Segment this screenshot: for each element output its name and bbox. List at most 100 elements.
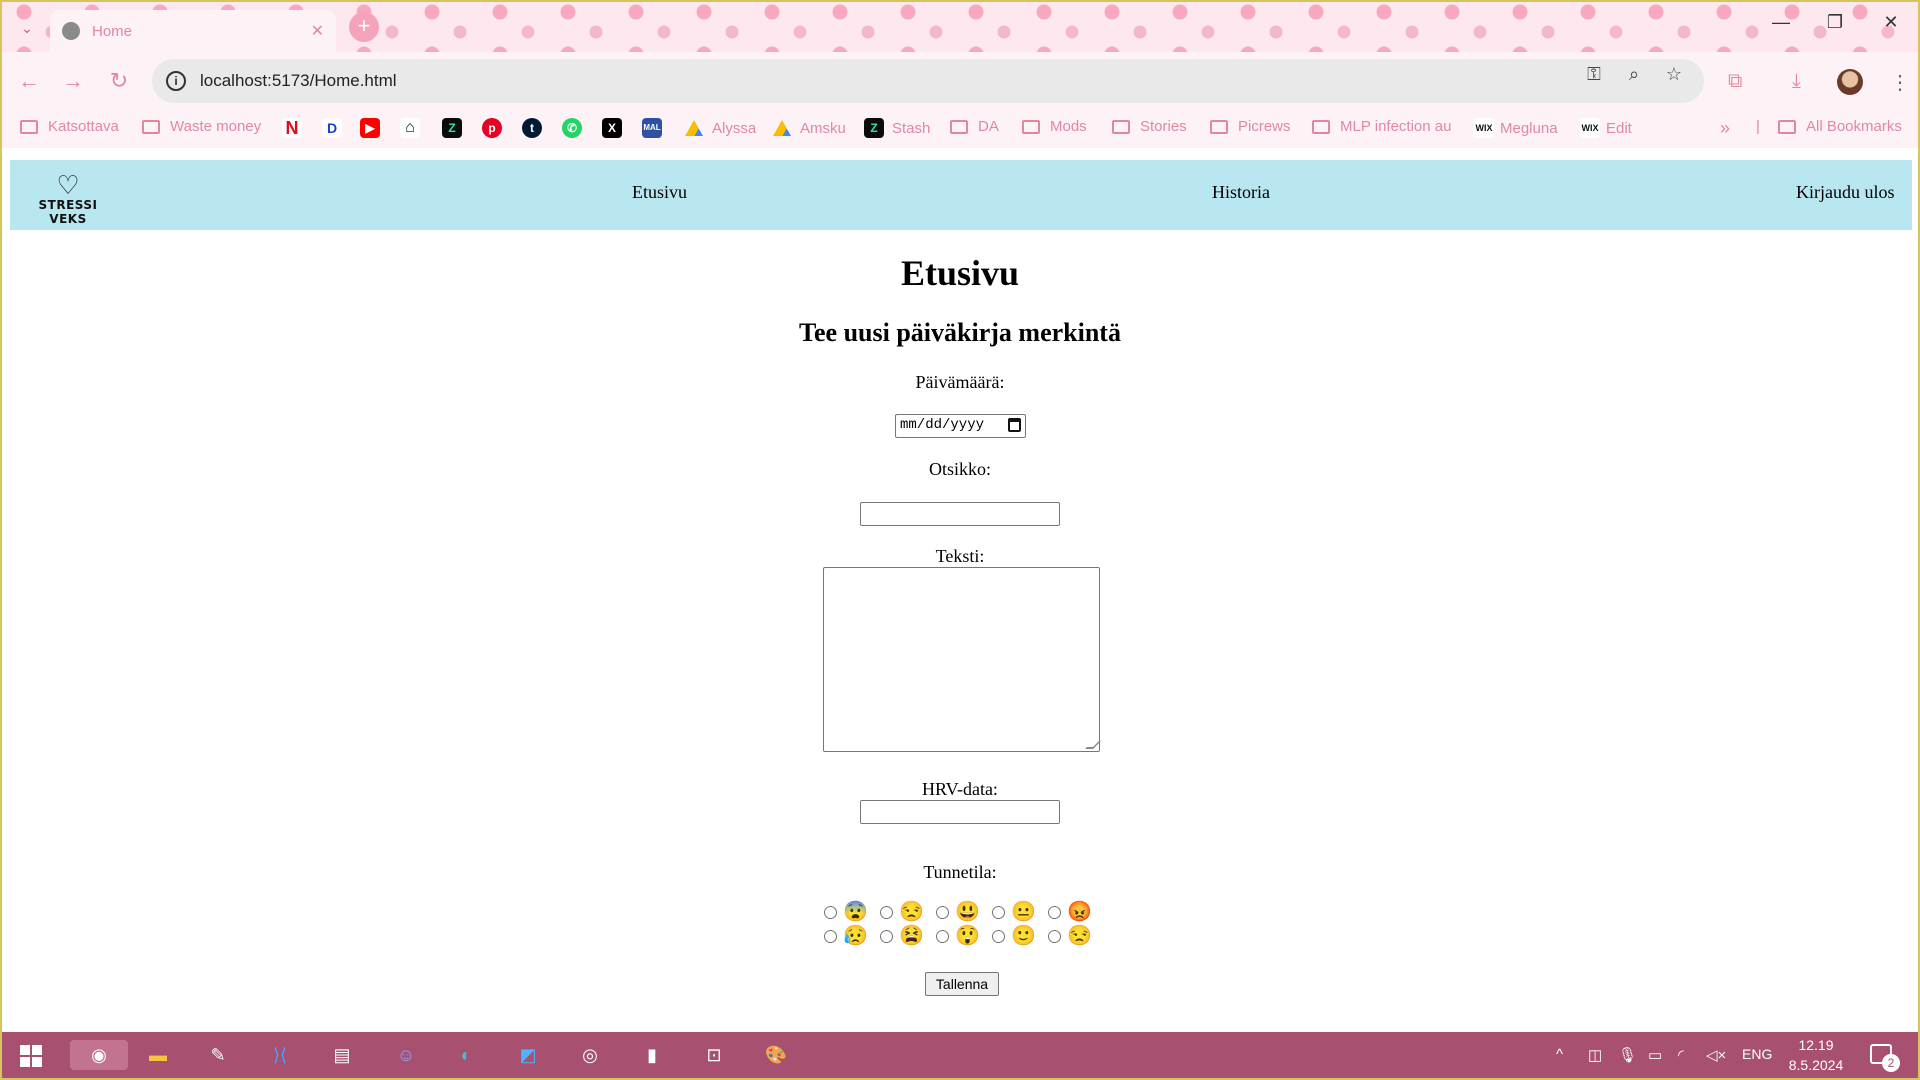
bookmark-house[interactable]: ⌂ bbox=[400, 118, 420, 138]
bookmark-mods[interactable]: Mods bbox=[1022, 118, 1087, 135]
volume-muted-icon[interactable]: ◁× bbox=[1706, 1046, 1726, 1064]
extensions-icon[interactable]: ⧉ bbox=[1728, 70, 1742, 93]
palette-app-icon[interactable]: 🎨 bbox=[760, 1040, 792, 1070]
bookmark-stories[interactable]: Stories bbox=[1112, 118, 1187, 135]
mood-option[interactable]: 😲 bbox=[936, 925, 992, 947]
bookmark-stash[interactable]: Z bbox=[442, 118, 462, 138]
mood-option[interactable]: 😃 bbox=[936, 901, 992, 923]
mood-option[interactable]: 😥 bbox=[824, 925, 880, 947]
bookmark-megluna[interactable]: WIX Megluna bbox=[1474, 118, 1558, 138]
microphone-icon[interactable]: 🎙 bbox=[1618, 1046, 1637, 1064]
folder-icon bbox=[1312, 119, 1330, 134]
edge-icon[interactable]: ◐ bbox=[450, 1040, 482, 1070]
notification-center-icon[interactable]: 2 bbox=[1870, 1044, 1900, 1072]
terminal-icon[interactable]: ▮ bbox=[636, 1040, 668, 1070]
menu-kebab-icon[interactable]: ⋮ bbox=[1890, 70, 1910, 95]
site-logo[interactable]: ♡ STRESSI VEKS bbox=[28, 172, 108, 226]
mood-radio[interactable] bbox=[880, 905, 893, 919]
paint-net-icon[interactable]: ◩ bbox=[512, 1040, 544, 1070]
forward-arrow-icon[interactable]: → bbox=[58, 66, 88, 96]
mood-option[interactable]: 🙂 bbox=[992, 925, 1048, 947]
bookmark-disney[interactable]: D bbox=[322, 118, 342, 138]
x-icon: X bbox=[602, 118, 622, 138]
bookmark-tumblr[interactable]: t bbox=[522, 118, 542, 138]
bookmark-amsku[interactable]: Amsku bbox=[772, 118, 846, 138]
bookmark-netflix[interactable]: N bbox=[282, 118, 302, 138]
show-hidden-icons-chevron-icon[interactable]: ^ bbox=[1556, 1046, 1563, 1063]
zoom-icon[interactable]: ⌕ bbox=[1620, 64, 1648, 88]
bookmark-da[interactable]: DA bbox=[950, 118, 999, 135]
battery-icon[interactable]: ▭ bbox=[1648, 1046, 1662, 1064]
text-area[interactable] bbox=[823, 567, 1101, 752]
mood-radio[interactable] bbox=[992, 929, 1005, 943]
mood-option[interactable]: 😒 bbox=[1048, 925, 1104, 947]
mood-radio[interactable] bbox=[824, 905, 837, 919]
save-button[interactable]: Tallenna bbox=[925, 972, 999, 996]
new-tab-button[interactable]: + bbox=[349, 12, 379, 42]
close-window-icon[interactable]: ✕ bbox=[1876, 12, 1906, 33]
paint-app-icon[interactable]: ✎ bbox=[202, 1040, 234, 1070]
windows-start-icon[interactable] bbox=[20, 1045, 42, 1067]
chrome-app-icon[interactable]: ◉ bbox=[70, 1040, 128, 1070]
bookmark-edit[interactable]: WIX Edit bbox=[1580, 118, 1632, 138]
bookmark-x[interactable]: X bbox=[602, 118, 622, 138]
grinning-face-icon: 😃 bbox=[955, 901, 980, 923]
mood-radio[interactable] bbox=[1048, 905, 1061, 919]
title-input[interactable] bbox=[860, 502, 1060, 526]
bookmark-youtube[interactable]: ▶ bbox=[360, 118, 380, 138]
all-bookmarks[interactable]: All Bookmarks bbox=[1778, 118, 1902, 135]
tab-search-chevron-icon[interactable]: ⌄ bbox=[14, 16, 40, 40]
key-icon[interactable]: ⚿ bbox=[1580, 64, 1608, 88]
address-bar[interactable]: i localhost:5173/Home.html bbox=[152, 59, 1704, 103]
mood-option[interactable]: 😫 bbox=[880, 925, 936, 947]
reload-icon[interactable]: ↻ bbox=[104, 66, 134, 96]
hrv-input[interactable] bbox=[860, 800, 1060, 824]
file-explorer-icon[interactable]: ▬ bbox=[142, 1040, 174, 1070]
mood-radio[interactable] bbox=[936, 905, 949, 919]
bookmark-stash-2[interactable]: Z Stash bbox=[864, 118, 930, 138]
nav-link-logout[interactable]: Kirjaudu ulos bbox=[1796, 182, 1895, 203]
obs-icon[interactable]: ◎ bbox=[574, 1040, 606, 1070]
bookmark-pinterest[interactable]: p bbox=[482, 118, 502, 138]
discord-icon[interactable]: ☺ bbox=[390, 1040, 422, 1070]
git-app-icon[interactable]: ⊡ bbox=[698, 1040, 730, 1070]
nav-link-history[interactable]: Historia bbox=[1212, 182, 1270, 203]
mood-option[interactable]: 😡 bbox=[1048, 901, 1104, 923]
mood-option[interactable]: 😐 bbox=[992, 901, 1048, 923]
profile-avatar[interactable] bbox=[1837, 69, 1863, 95]
notes-app-icon[interactable]: ▤ bbox=[326, 1040, 358, 1070]
date-input[interactable]: mm/dd/yyyy bbox=[895, 414, 1026, 438]
more-bookmarks-chevron-icon[interactable]: » bbox=[1720, 118, 1730, 139]
meet-now-icon[interactable]: ◫ bbox=[1588, 1046, 1602, 1064]
wifi-icon[interactable]: ◜ bbox=[1678, 1046, 1684, 1064]
close-tab-icon[interactable]: ✕ bbox=[311, 21, 324, 41]
resize-grip[interactable] bbox=[1085, 741, 1101, 749]
vscode-icon[interactable]: ⟩⟨ bbox=[264, 1040, 296, 1070]
minimize-icon[interactable]: — bbox=[1766, 12, 1796, 33]
restore-icon[interactable]: ❐ bbox=[1820, 12, 1850, 33]
mood-radio[interactable] bbox=[824, 929, 837, 943]
bookmark-mal[interactable]: MAL bbox=[642, 118, 662, 138]
mood-option[interactable]: 😨 bbox=[824, 901, 880, 923]
annoyed-face-icon: 😒 bbox=[1067, 925, 1092, 947]
mood-radio[interactable] bbox=[880, 929, 893, 943]
bookmark-waste-money[interactable]: Waste money bbox=[142, 118, 261, 135]
bookmark-picrews[interactable]: Picrews bbox=[1210, 118, 1291, 135]
bookmark-alyssa[interactable]: Alyssa bbox=[684, 118, 756, 138]
language-indicator[interactable]: ENG bbox=[1742, 1046, 1772, 1062]
mood-radio[interactable] bbox=[1048, 929, 1061, 943]
mood-radio[interactable] bbox=[936, 929, 949, 943]
download-icon[interactable]: ⤓ bbox=[1792, 70, 1801, 93]
calendar-icon[interactable] bbox=[1008, 418, 1021, 432]
back-arrow-icon[interactable]: ← bbox=[14, 66, 44, 96]
bookmark-mlp-infection-au[interactable]: MLP infection au bbox=[1312, 118, 1451, 135]
mood-option[interactable]: 😒 bbox=[880, 901, 936, 923]
bookmark-star-icon[interactable]: ☆ bbox=[1660, 64, 1688, 88]
tab-home[interactable]: Home ✕ bbox=[50, 10, 336, 52]
nav-link-home[interactable]: Etusivu bbox=[632, 182, 687, 203]
bookmark-whatsapp[interactable]: ✆ bbox=[562, 118, 582, 138]
system-clock[interactable]: 12.19 8.5.2024 bbox=[1784, 1035, 1848, 1075]
mood-radio[interactable] bbox=[992, 905, 1005, 919]
bookmark-katsottava[interactable]: Katsottava bbox=[20, 118, 119, 135]
site-info-icon[interactable]: i bbox=[166, 71, 186, 91]
